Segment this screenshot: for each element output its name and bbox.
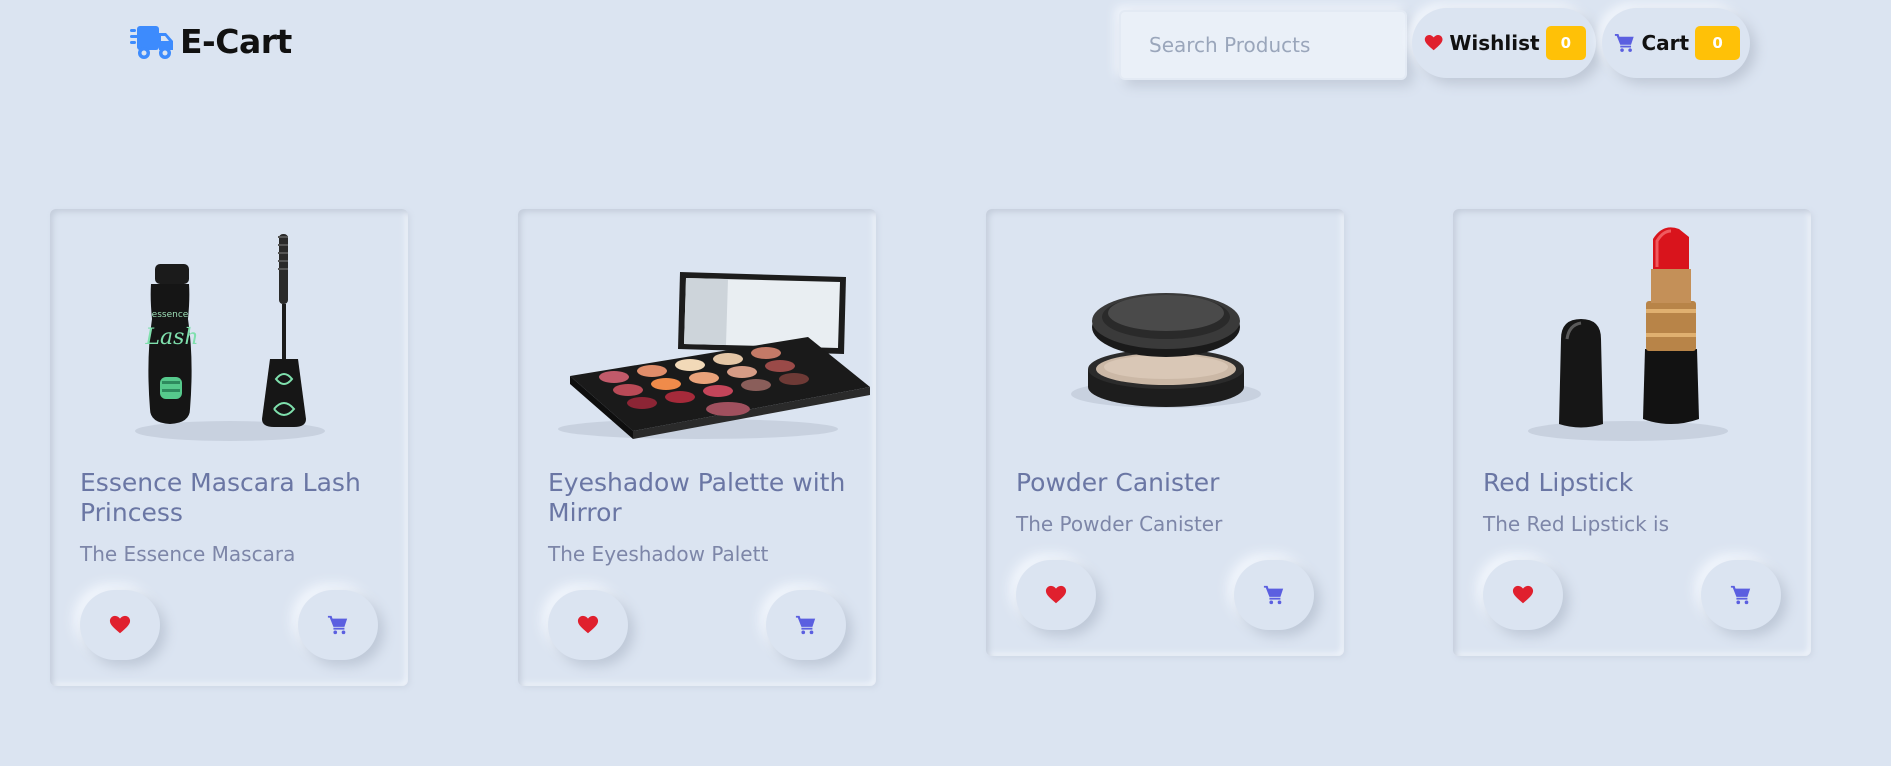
product-description: The Powder Canister	[1016, 512, 1223, 536]
product-actions	[80, 576, 378, 686]
cart-icon	[327, 615, 348, 635]
product-image-red-lipstick[interactable]	[1453, 209, 1811, 449]
powder-canister-image	[1071, 293, 1261, 408]
add-to-cart-button[interactable]	[1234, 560, 1314, 630]
mascara-image: essence Lash	[135, 234, 325, 441]
cart-icon	[1730, 585, 1751, 605]
product-title[interactable]: Eyeshadow Palette with Mirror	[548, 468, 846, 528]
svg-text:essence: essence	[152, 310, 189, 320]
svg-text:Lash: Lash	[144, 325, 198, 350]
product-actions	[1483, 546, 1781, 656]
eyeshadow-palette-image	[558, 272, 870, 439]
product-card[interactable]: Powder Canister The Powder Canister	[986, 209, 1344, 656]
heart-icon	[1424, 34, 1443, 51]
heart-icon	[109, 615, 131, 634]
add-to-wishlist-button[interactable]	[548, 590, 628, 660]
heart-icon	[577, 615, 599, 634]
wishlist-button[interactable]: Wishlist 0	[1412, 8, 1596, 78]
product-description: The Red Lipstick is	[1483, 512, 1670, 536]
add-to-cart-button[interactable]	[1701, 560, 1781, 630]
heart-icon	[1045, 585, 1067, 604]
product-title[interactable]: Powder Canister	[1016, 468, 1314, 498]
cart-icon	[795, 615, 816, 635]
wishlist-count-badge: 0	[1545, 26, 1586, 60]
red-lipstick-image	[1528, 227, 1728, 441]
add-to-cart-button[interactable]	[298, 590, 378, 660]
header: E-Cart Wishlist 0 Cart 0	[0, 0, 1891, 100]
brand-logo[interactable]: E-Cart	[130, 22, 292, 61]
brand-name: E-Cart	[180, 22, 292, 61]
product-image-mascara[interactable]: essence Lash	[50, 209, 408, 449]
cart-icon	[1614, 34, 1634, 52]
product-description: The Eyeshadow Palett	[548, 542, 769, 566]
product-image-powder-canister[interactable]	[986, 209, 1344, 449]
cart-count-badge: 0	[1695, 26, 1740, 60]
product-title[interactable]: Essence Mascara Lash Princess	[80, 468, 378, 528]
heart-icon	[1512, 585, 1534, 604]
cart-label: Cart	[1641, 31, 1690, 55]
add-to-wishlist-button[interactable]	[80, 590, 160, 660]
product-image-eyeshadow-palette[interactable]	[518, 209, 876, 449]
add-to-cart-button[interactable]	[766, 590, 846, 660]
add-to-wishlist-button[interactable]	[1483, 560, 1563, 630]
product-card[interactable]: essence Lash Essence Mascara Lash Prince…	[50, 209, 408, 686]
cart-icon	[1263, 585, 1284, 605]
product-description: The Essence Mascara	[80, 542, 296, 566]
product-actions	[548, 576, 846, 686]
wishlist-label: Wishlist	[1449, 31, 1540, 55]
product-actions	[1016, 546, 1314, 656]
cart-button[interactable]: Cart 0	[1602, 8, 1750, 78]
product-card[interactable]: Red Lipstick The Red Lipstick is	[1453, 209, 1811, 656]
product-card[interactable]: Eyeshadow Palette with Mirror The Eyesha…	[518, 209, 876, 686]
add-to-wishlist-button[interactable]	[1016, 560, 1096, 630]
truck-fast-icon	[130, 25, 173, 59]
search-input[interactable]	[1119, 10, 1407, 80]
product-title[interactable]: Red Lipstick	[1483, 468, 1781, 498]
